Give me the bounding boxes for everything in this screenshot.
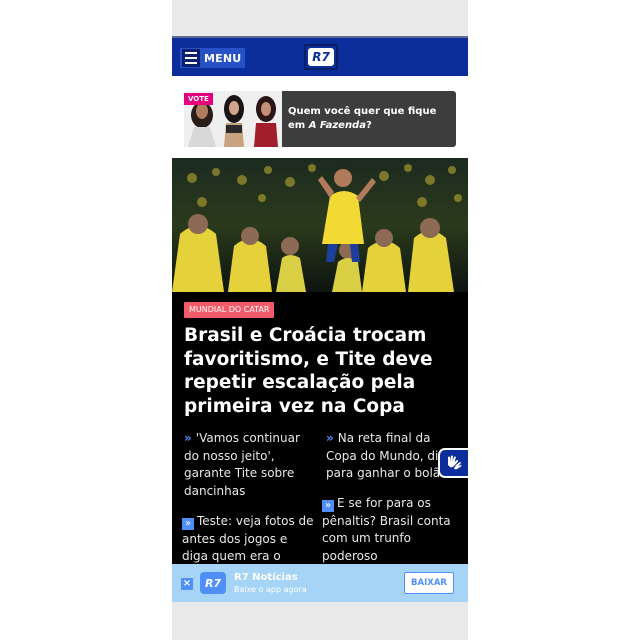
banner-title: R7 Notícias [234, 572, 298, 583]
related-link-1[interactable]: » 'Vamos continuar do nosso jeito', garan… [184, 430, 318, 500]
related-link-text: E se for para os pênaltis? Brasil conta … [322, 496, 451, 563]
related-link-text: 'Vamos continuar do nosso jeito', garant… [184, 431, 300, 498]
menu-button[interactable]: MENU [180, 48, 246, 68]
mobile-viewport: MENU R7 VOTE Quem você quer que fique em… [172, 0, 468, 640]
related-link-4[interactable]: » E se for para os pênaltis? Brasil conta… [322, 495, 456, 565]
vote-question-show: A Fazenda [308, 120, 366, 131]
sign-language-icon [448, 455, 462, 470]
app-download-banner: × R7 R7 Notícias Baixe o app agora BAIXA… [172, 564, 468, 602]
download-button[interactable]: BAIXAR [404, 572, 454, 594]
banner-subtitle: Baixe o app agora [234, 585, 307, 594]
right-margin [468, 0, 640, 640]
r7-logo[interactable]: R7 [304, 44, 338, 70]
r7-app-logo: R7 [200, 572, 226, 594]
chevron-right-icon: » [326, 431, 334, 445]
chevron-right-icon: » [184, 431, 192, 445]
close-icon[interactable]: × [181, 578, 193, 590]
top-spacer [172, 0, 468, 36]
site-header: MENU R7 [172, 36, 468, 76]
vote-contestants-image: VOTE [184, 91, 282, 147]
article-category-tag[interactable]: MUNDIAL DO CATAR [184, 302, 275, 318]
main-article: MUNDIAL DO CATAR Brasil e Croácia trocam… [172, 292, 468, 582]
photo-gallery-icon: » [182, 518, 194, 530]
left-margin [0, 0, 172, 640]
photo-gallery-icon: » [322, 500, 334, 512]
menu-label: MENU [204, 51, 242, 65]
hamburger-icon [182, 49, 200, 67]
hero-photo[interactable] [172, 158, 468, 292]
vote-question-suffix: ? [365, 120, 372, 131]
vote-badge: VOTE [184, 93, 213, 105]
bottom-spacer [172, 602, 468, 640]
r7-logo-text: R7 [308, 48, 334, 66]
accessibility-button[interactable] [438, 448, 468, 478]
football-celebration-photo [172, 158, 468, 292]
article-headline[interactable]: Brasil e Croácia trocam favoritismo, e T… [184, 324, 454, 418]
related-link-text: Na reta final da Copa do Mundo, di para … [326, 431, 448, 480]
vote-card[interactable]: VOTE Quem você quer que fique em A Fazen… [184, 91, 456, 147]
vote-question: Quem você quer que fique em A Fazenda? [288, 105, 452, 133]
